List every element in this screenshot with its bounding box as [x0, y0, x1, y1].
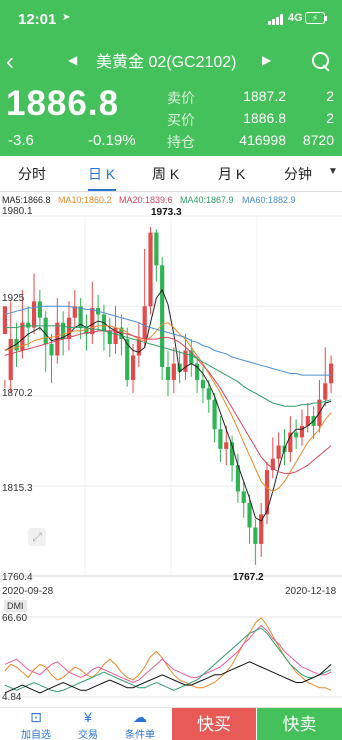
candle-body: [276, 445, 281, 459]
conditional-order-label: 条件单: [125, 730, 155, 740]
low-price-marker: 1767.2: [233, 572, 264, 583]
x-axis-start-date: 2020-09-28: [2, 586, 54, 597]
app-screen: 12:01 ➤ 4G ⚡ ‹ ◀ 美黄金 02(GC2102) ▶ 1886.8…: [0, 0, 342, 740]
kline-chart[interactable]: [0, 205, 342, 605]
add-watchlist-label: 加自选: [21, 730, 51, 740]
candle-body: [130, 355, 136, 381]
ma40-legend: MA40:1867.9: [180, 195, 234, 205]
contract-title: 美黄金 02(GC2102): [96, 54, 237, 71]
y-axis-label: 1815.3: [2, 483, 33, 494]
period-tabs: 分时 日 K 周 K 月 K 分钟 ▼: [0, 156, 342, 192]
x-axis-end-date: 2020-12-18: [285, 586, 337, 597]
candle-body: [206, 388, 211, 400]
candle-body: [8, 339, 13, 381]
ask-price: 1887.2: [243, 88, 286, 104]
active-tab-indicator: [88, 189, 116, 191]
quick-sell-button[interactable]: 快卖: [257, 708, 342, 740]
candle-body: [154, 232, 159, 266]
candle-body: [43, 317, 48, 344]
high-price-marker: 1973.3: [151, 207, 182, 218]
quick-buy-button[interactable]: 快买: [172, 708, 256, 740]
candle-body: [224, 442, 229, 449]
yen-icon: ¥: [84, 709, 92, 725]
candle-body: [241, 491, 246, 503]
candle-body: [294, 432, 299, 438]
candle-body: [328, 363, 334, 384]
y-axis-label: 1980.1: [2, 206, 33, 217]
trade-button[interactable]: ¥ 交易: [60, 708, 116, 740]
candle-body: [160, 265, 165, 367]
ma10-line: [4, 322, 332, 492]
add-watchlist-icon: ⊡: [30, 709, 42, 725]
y-axis-label: 1925: [2, 293, 25, 304]
candle-body: [171, 363, 176, 381]
candle-body: [299, 425, 305, 438]
candle-body: [49, 343, 54, 356]
quote-header: 12:01 ➤ 4G ⚡ ‹ ◀ 美黄金 02(GC2102) ▶ 1886.8…: [0, 0, 342, 156]
open-interest-change: 8720: [302, 132, 334, 148]
dmi-y-axis-label: 66.60: [2, 613, 28, 624]
ma60-legend: MA60:1882.9: [242, 195, 296, 205]
open-interest-label: 持仓: [167, 134, 195, 150]
last-price: 1886.8: [6, 84, 120, 123]
network-type: 4G: [288, 12, 303, 24]
open-interest: 416998: [239, 132, 286, 148]
battery-charging-icon: ⚡: [305, 12, 327, 24]
trade-label: 交易: [78, 730, 98, 740]
bid-label: 买价: [167, 112, 195, 128]
candle-body: [37, 301, 42, 318]
tab-intraday[interactable]: 分时: [18, 164, 46, 184]
dmi-line: [4, 627, 332, 693]
candle-body: [218, 429, 223, 449]
ma20-legend: MA20:1839.6: [119, 195, 173, 205]
tab-minute[interactable]: 分钟: [284, 164, 312, 184]
cloud-icon: ☁: [133, 709, 147, 725]
signal-icon: [268, 14, 284, 25]
ma5-legend: MA5:1866.8: [2, 195, 51, 205]
candle-body: [2, 306, 8, 335]
bid-price: 1886.8: [243, 110, 286, 126]
candle-body: [148, 232, 153, 307]
candle-body: [212, 399, 217, 430]
bid-quantity: 2: [326, 110, 334, 126]
dmi-chart: [0, 616, 342, 698]
tab-monthly-k[interactable]: 月 K: [218, 164, 245, 184]
candle-body: [247, 502, 252, 528]
candle-body: [323, 383, 328, 400]
nav-bar: ‹ ◀ 美黄金 02(GC2102) ▶: [0, 38, 342, 82]
status-bar: 12:01 ➤ 4G ⚡: [0, 0, 342, 38]
candle-body: [90, 307, 95, 335]
y-axis-label: 1870.2: [2, 388, 33, 399]
ask-label: 卖价: [167, 90, 195, 106]
candle-body: [142, 306, 147, 340]
add-watchlist-button[interactable]: ⊡ 加自选: [8, 708, 64, 740]
candle-body: [26, 322, 31, 328]
candle-body: [253, 527, 258, 544]
candle-body: [31, 301, 37, 328]
candle-body: [165, 366, 171, 381]
candle-body: [66, 317, 72, 340]
price-change-percent: -0.19%: [88, 132, 136, 149]
bottom-toolbar: ⊡ 加自选 ¥ 交易 ☁ 条件单 快买 快卖: [0, 707, 342, 740]
back-icon[interactable]: ‹: [6, 48, 14, 76]
fullscreen-icon[interactable]: ⤢: [28, 528, 46, 546]
conditional-order-button[interactable]: ☁ 条件单: [112, 708, 168, 740]
price-change: -3.6: [8, 132, 34, 149]
status-time: 12:01: [18, 11, 57, 28]
candle-body: [200, 380, 206, 389]
location-arrow-icon: ➤: [62, 12, 71, 23]
search-icon[interactable]: [311, 51, 331, 71]
tab-weekly-k[interactable]: 周 K: [152, 164, 179, 184]
ma10-legend: MA10:1860.2: [58, 195, 112, 205]
next-contract-icon[interactable]: ▶: [262, 53, 271, 67]
dmi-y-axis-label: 4.84: [2, 692, 22, 703]
previous-contract-icon[interactable]: ◀: [68, 53, 77, 67]
y-axis-label: 1760.4: [2, 572, 33, 583]
ask-quantity: 2: [326, 88, 334, 104]
period-dropdown-icon[interactable]: ▼: [328, 166, 338, 177]
tab-daily-k[interactable]: 日 K: [88, 164, 115, 184]
